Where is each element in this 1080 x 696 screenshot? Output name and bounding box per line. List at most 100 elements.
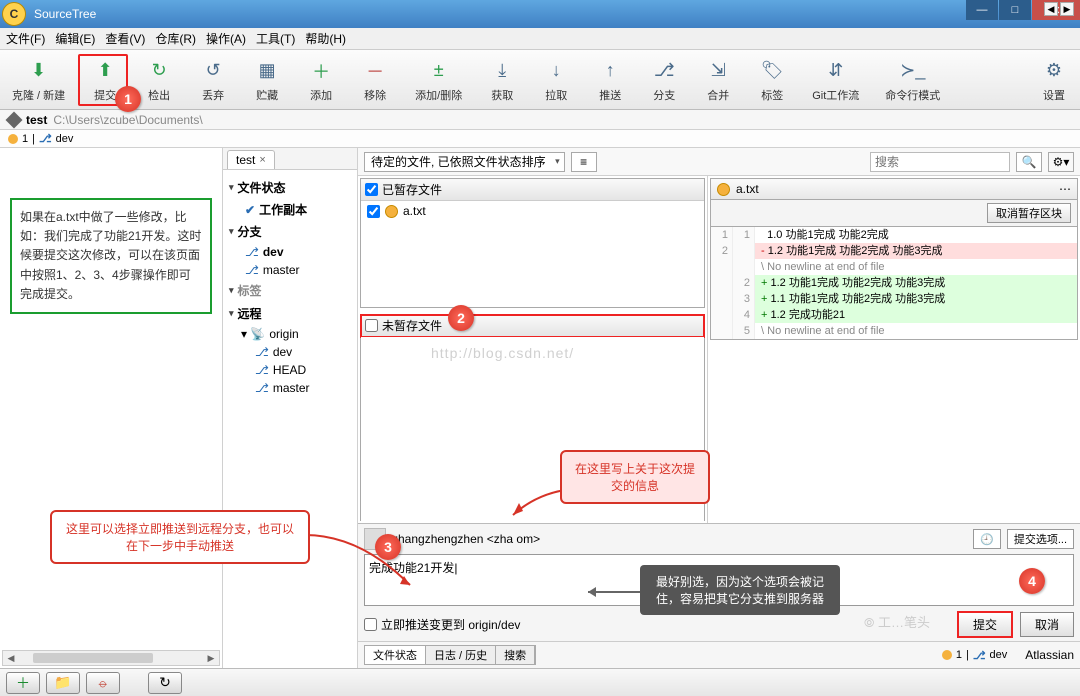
tab-test[interactable]: test×: [227, 150, 275, 169]
add-button[interactable]: ＋添加: [303, 55, 339, 105]
menu-tool[interactable]: 工具(T): [256, 30, 295, 47]
stash-button[interactable]: ▦贮藏: [249, 55, 285, 105]
toolbar: ⬇克隆 / 新建 ⬆提交 ↻检出 ↺丢弃 ▦贮藏 ＋添加 －移除 ±添加/删除 …: [0, 50, 1080, 110]
checkout-button[interactable]: ↻检出: [141, 55, 177, 105]
commit-submit-button[interactable]: 提交: [958, 612, 1012, 637]
modified-icon: [385, 205, 398, 218]
merge-button[interactable]: ⇲合并: [700, 55, 736, 105]
tree-filestate[interactable]: 文件状态: [227, 176, 353, 199]
settings-button[interactable]: ⚙设置: [1036, 55, 1072, 105]
refresh-button[interactable]: ↻: [148, 672, 182, 694]
tag-button[interactable]: 🏷标签: [754, 55, 790, 105]
tree-remote-dev[interactable]: ⎇dev: [227, 343, 353, 361]
diff-body: 111.0 功能1完成 功能2完成21.2 功能1完成 功能2完成 功能3完成N…: [710, 227, 1078, 340]
tree-remotes[interactable]: 远程: [227, 302, 353, 325]
close-tab-icon[interactable]: ×: [259, 154, 265, 166]
add-repo-button[interactable]: ＋: [6, 672, 40, 694]
search-button[interactable]: 🔍: [1016, 152, 1042, 172]
left-sidebar: 如果在a.txt中做了一些修改，比如：我们完成了功能21开发。这时候要提交这次修…: [0, 148, 223, 668]
search-input[interactable]: [870, 152, 1010, 172]
bottom-tabs: 文件状态 日志 / 历史 搜索: [364, 645, 536, 665]
branch-row: 1 | ⎇ dev: [0, 130, 1080, 148]
maximize-button[interactable]: □: [999, 0, 1031, 20]
tab-log[interactable]: 日志 / 历史: [426, 646, 496, 664]
diff-column: a.txt ⋯ 取消暂存区块 111.0 功能1完成 功能2完成21.2 功能1…: [710, 178, 1078, 521]
addremove-button[interactable]: ±添加/删除: [411, 55, 466, 105]
gitflow-button[interactable]: ⇵Git工作流: [808, 55, 863, 105]
menu-help[interactable]: 帮助(H): [305, 30, 346, 47]
author-name: zhangzhengzhen <zha om>: [392, 532, 967, 546]
atlassian-logo: Atlassian: [1025, 648, 1074, 662]
open-repo-button[interactable]: 📁: [46, 672, 80, 694]
minimize-button[interactable]: —: [966, 0, 998, 20]
menu-repo[interactable]: 仓库(R): [155, 30, 196, 47]
menu-view[interactable]: 查看(V): [105, 30, 145, 47]
diff-dots-icon[interactable]: ⋯: [1059, 182, 1071, 196]
push-button[interactable]: ↑推送: [592, 55, 628, 105]
gear-button[interactable]: ⚙▾: [1048, 152, 1074, 172]
tree-origin[interactable]: ▾ 📡 origin: [227, 325, 353, 343]
branch-icon: ⎇: [39, 132, 52, 145]
filter-dropdown[interactable]: 待定的文件, 已依照文件状态排序: [364, 152, 565, 172]
menubar: 文件(F) 编辑(E) 查看(V) 仓库(R) 操作(A) 工具(T) 帮助(H…: [0, 28, 1080, 50]
unstaged-header: 未暂存文件: [382, 317, 442, 334]
tree-branch-master[interactable]: ⎇master: [227, 261, 353, 279]
badge-2: 2: [448, 305, 474, 331]
path-nav[interactable]: ◀▶: [1044, 2, 1074, 16]
repo-icon: [6, 111, 23, 128]
commit-options-button[interactable]: 提交选项...: [1007, 529, 1074, 549]
fetch-button[interactable]: ⤓获取: [484, 55, 520, 105]
tree-remote-master[interactable]: ⎇master: [227, 379, 353, 397]
callout-msg: 在这里写上关于这次提交的信息: [560, 450, 710, 504]
tab-filestate[interactable]: 文件状态: [365, 646, 426, 664]
menu-action[interactable]: 操作(A): [206, 30, 246, 47]
badge-3: 3: [375, 534, 401, 560]
filter-bar: 待定的文件, 已依照文件状态排序 ≡ 🔍 ⚙▾: [358, 148, 1080, 176]
terminal-button[interactable]: ≻_命令行模式: [881, 55, 944, 105]
callout-push: 这里可以选择立即推送到远程分支，也可以在下一步中手动推送: [50, 510, 310, 564]
behind-count: 1: [22, 133, 28, 145]
path-row: test C:\Users\zcube\Documents\ ◀▶: [0, 110, 1080, 130]
statusbar: ＋ 📁 ⦵ ↻: [0, 668, 1080, 696]
repo-path: C:\Users\zcube\Documents\: [53, 113, 202, 127]
push-immediate-checkbox[interactable]: 立即推送变更到 origin/dev: [364, 616, 520, 633]
titlebar: C SourceTree — □ ✕: [0, 0, 1080, 28]
staged-file-checkbox[interactable]: [367, 205, 380, 218]
tree-branch-dev[interactable]: ⎇dev: [227, 243, 353, 261]
view-mode-button[interactable]: ≡: [571, 152, 597, 172]
scrollbar-horizontal[interactable]: ◀▶: [2, 650, 220, 666]
current-branch: dev: [56, 133, 74, 145]
tab-search[interactable]: 搜索: [496, 646, 535, 664]
tree-branches[interactable]: 分支: [227, 220, 353, 243]
remove-repo-button[interactable]: ⦵: [86, 672, 120, 694]
repo-tabs: test×: [223, 148, 357, 170]
menu-edit[interactable]: 编辑(E): [55, 30, 95, 47]
main-body: 如果在a.txt中做了一些修改，比如：我们完成了功能21开发。这时候要提交这次修…: [0, 148, 1080, 668]
app-icon: C: [2, 2, 26, 26]
discard-button[interactable]: ↺丢弃: [195, 55, 231, 105]
pull-button[interactable]: ↓拉取: [538, 55, 574, 105]
tree-remote-head[interactable]: ⎇HEAD: [227, 361, 353, 379]
callout-warn: 最好别选，因为这个选项会被记住，容易把其它分支推到服务器: [640, 565, 840, 615]
tree-workcopy[interactable]: ✔工作副本: [227, 199, 353, 220]
unstaged-all-checkbox[interactable]: [365, 319, 378, 332]
menu-file[interactable]: 文件(F): [6, 30, 45, 47]
badge-1: 1: [115, 86, 141, 112]
repo-name: test: [26, 113, 47, 127]
modified-icon: [717, 183, 730, 196]
staged-section: 已暂存文件 a.txt: [360, 178, 705, 308]
badge-4: 4: [1019, 568, 1045, 594]
remove-button[interactable]: －移除: [357, 55, 393, 105]
staged-all-checkbox[interactable]: [365, 183, 378, 196]
revert-hunk-button[interactable]: 取消暂存区块: [987, 203, 1071, 223]
status-branch: 1 | ⎇dev: [934, 646, 1015, 664]
commit-cancel-button[interactable]: 取消: [1020, 612, 1074, 637]
branch-button[interactable]: ⎇分支: [646, 55, 682, 105]
staged-file-row[interactable]: a.txt: [361, 201, 704, 221]
history-button[interactable]: 🕘: [973, 529, 1001, 549]
staged-header: 已暂存文件: [382, 181, 442, 198]
window-title: SourceTree: [34, 7, 96, 21]
tree-tags[interactable]: 标签: [227, 279, 353, 302]
clone-button[interactable]: ⬇克隆 / 新建: [8, 55, 69, 105]
sidebar-tree: test× 文件状态 ✔工作副本 分支 ⎇dev ⎇master 标签 远程 ▾…: [223, 148, 358, 668]
